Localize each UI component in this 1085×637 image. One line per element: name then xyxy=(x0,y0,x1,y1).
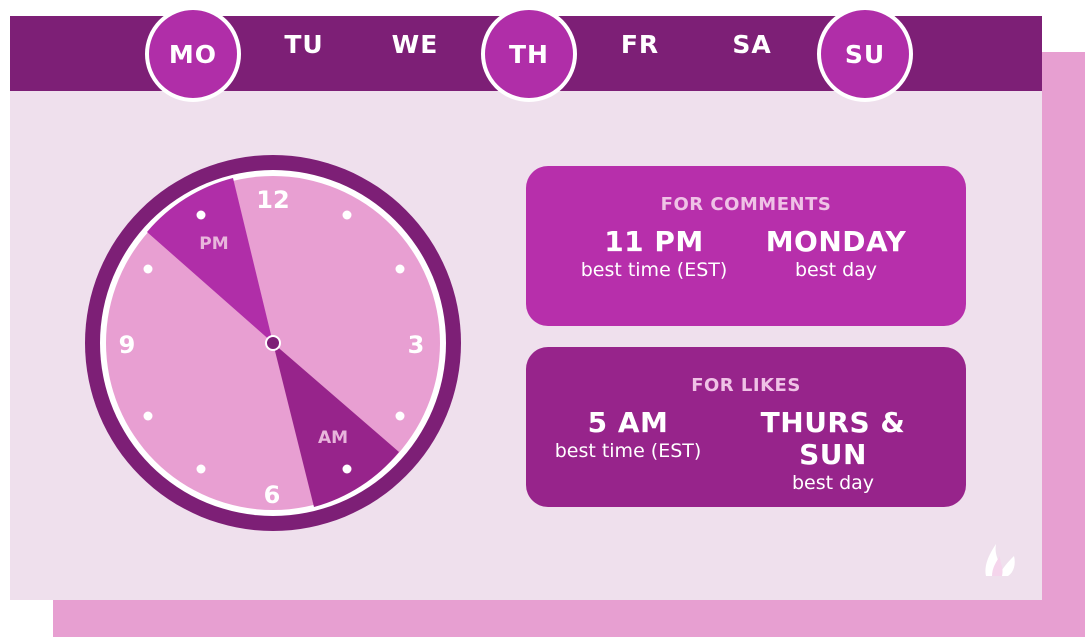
clock: 12 3 6 9 PM AM xyxy=(85,155,461,531)
likes-day: THURS & SUN best day xyxy=(723,407,943,495)
day-saturday: SA xyxy=(732,29,772,59)
hour-dot xyxy=(143,411,153,421)
numeral-3: 3 xyxy=(408,331,425,359)
comments-day-caption: best day xyxy=(794,259,878,281)
day-monday: MO xyxy=(145,6,241,102)
hour-dot xyxy=(342,464,352,474)
hour-dot xyxy=(196,464,206,474)
numeral-6: 6 xyxy=(264,481,281,509)
likes-heading: FOR LIKES xyxy=(691,375,801,396)
day-tuesday: TU xyxy=(284,29,324,59)
likes-time-caption: best time (EST) xyxy=(554,440,702,462)
comments-day: MONDAY best day xyxy=(726,226,946,282)
flame-logo-icon xyxy=(985,544,1015,576)
numeral-12: 12 xyxy=(256,186,289,214)
hour-dot xyxy=(395,411,405,421)
clock-center-pin xyxy=(265,335,281,351)
comments-heading: FOR COMMENTS xyxy=(660,194,832,215)
likes-day-caption: best day xyxy=(791,472,875,494)
pm-label: PM xyxy=(199,234,228,254)
likes-time: 5 AM best time (EST) xyxy=(518,407,738,463)
numeral-9: 9 xyxy=(119,331,136,359)
hour-dot xyxy=(143,264,153,274)
hour-dot xyxy=(342,210,352,220)
day-thursday: TH xyxy=(481,6,577,102)
hour-dot xyxy=(196,210,206,220)
likes-time-value: 5 AM xyxy=(587,406,669,439)
likes-panel: FOR LIKES 5 AM best time (EST) THURS & S… xyxy=(526,347,966,507)
comments-day-value: MONDAY xyxy=(765,225,907,258)
hour-dot xyxy=(395,264,405,274)
likes-day-value: THURS & SUN xyxy=(760,406,906,471)
day-wednesday: WE xyxy=(391,29,439,59)
day-sunday: SU xyxy=(817,6,913,102)
am-label: AM xyxy=(318,428,348,448)
comments-panel: FOR COMMENTS 11 PM best time (EST) MONDA… xyxy=(526,166,966,326)
day-friday: FR xyxy=(620,29,660,59)
